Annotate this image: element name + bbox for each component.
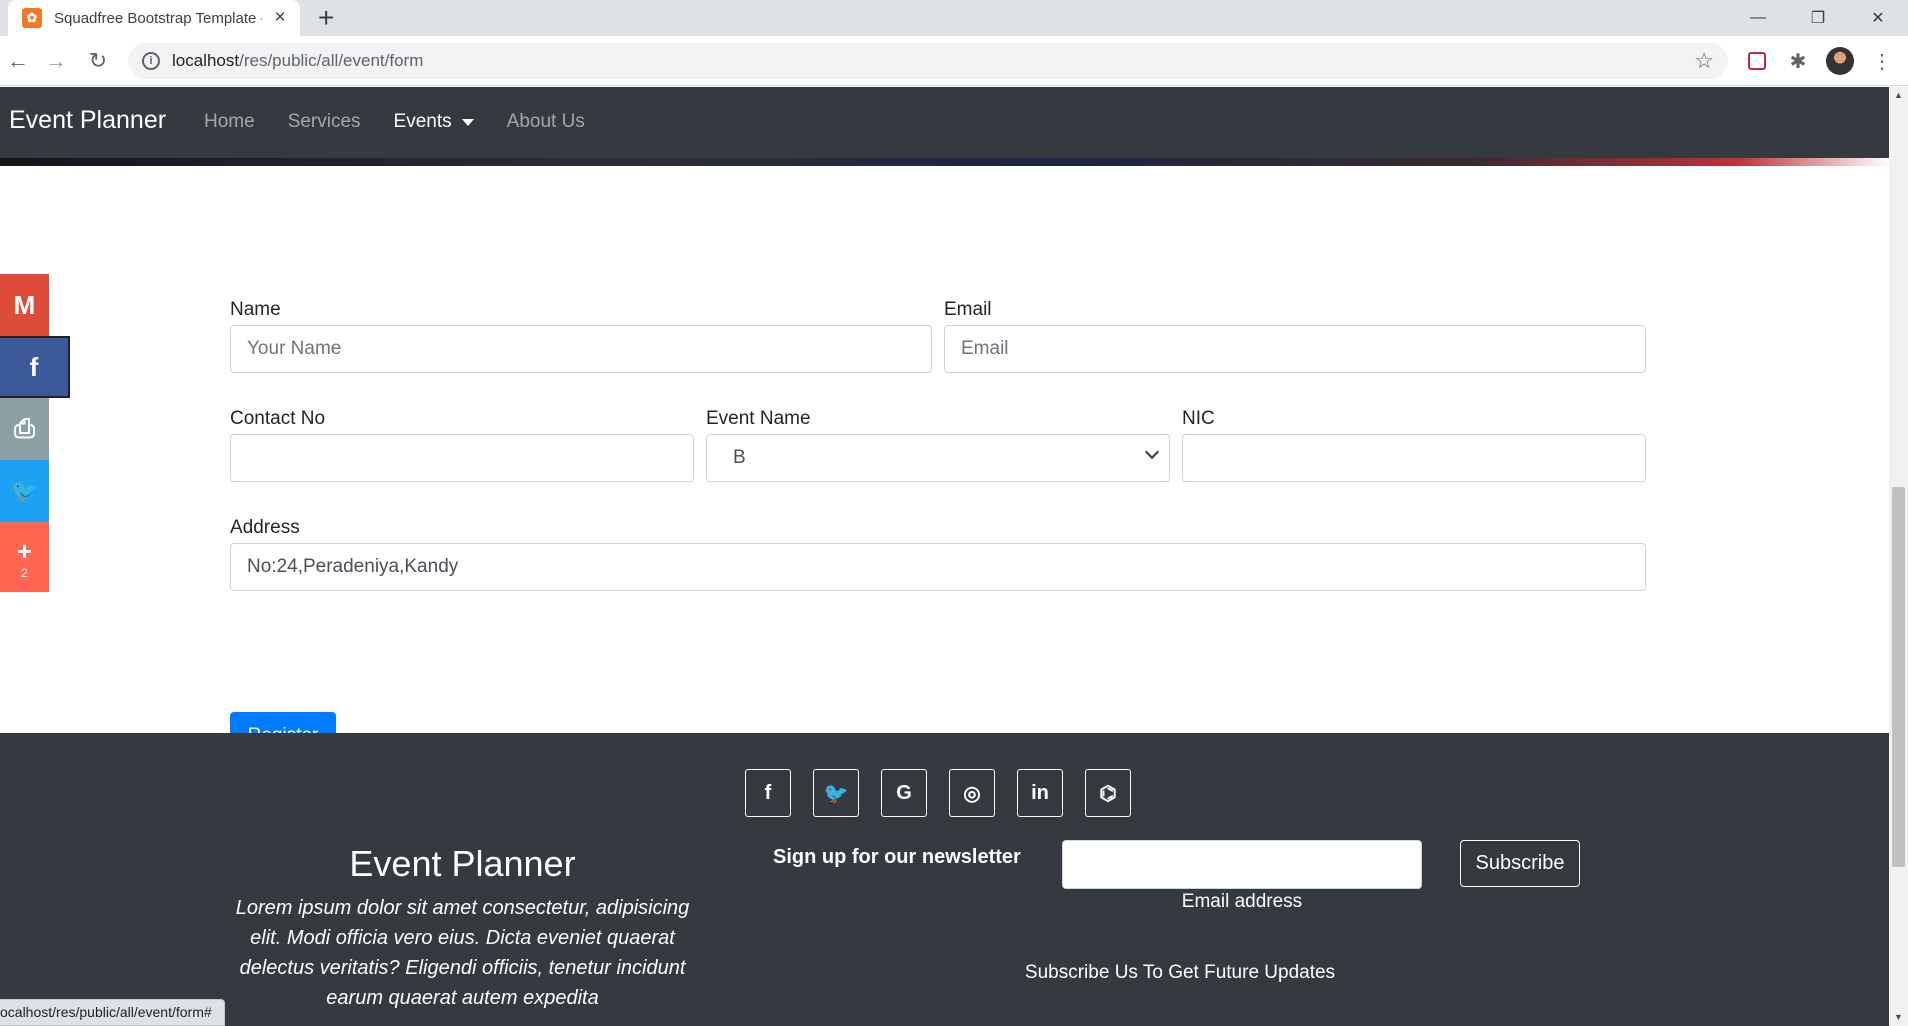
google-icon[interactable]: G xyxy=(881,769,927,817)
name-input[interactable] xyxy=(230,325,932,373)
nic-input[interactable] xyxy=(1182,434,1646,482)
browser-tab-bar: ✿ Squadfree Bootstrap Template - E × + —… xyxy=(0,0,1908,36)
linkedin-icon[interactable]: in xyxy=(1017,769,1063,817)
subscribe-button[interactable]: Subscribe xyxy=(1460,840,1580,887)
pocket-extension-icon[interactable] xyxy=(1741,45,1773,77)
footer-brand: Event Planner xyxy=(349,843,576,884)
twitter-share-icon[interactable]: 🐦 xyxy=(0,460,49,522)
page-scrollbar[interactable]: ▲ ▼ xyxy=(1889,87,1908,1026)
close-tab-icon[interactable]: × xyxy=(270,7,290,29)
minimize-icon[interactable]: — xyxy=(1728,0,1788,36)
footer-social-links: f 🐦 G ◎ in ⌬ xyxy=(745,769,1153,817)
nav-link-services[interactable]: Services xyxy=(288,111,361,133)
reload-icon[interactable]: ↻ xyxy=(82,45,114,77)
maximize-icon[interactable]: ❐ xyxy=(1788,0,1848,36)
email-address-hint: Email address xyxy=(1181,891,1303,912)
menu-kebab-icon[interactable]: ⋮ xyxy=(1866,45,1898,77)
site-navbar: Event Planner Home Services Events About… xyxy=(0,87,1889,158)
scroll-up-arrow-icon[interactable]: ▲ xyxy=(1889,87,1908,104)
url-text: localhost/res/public/all/event/form xyxy=(172,51,424,70)
nic-label: NIC xyxy=(1182,408,1215,429)
share-bar: M f ⎙ 🐦 + 2 xyxy=(0,274,70,592)
more-share-icon[interactable]: + 2 xyxy=(0,522,49,592)
caret-down-icon xyxy=(461,118,474,126)
facebook-share-icon[interactable]: f xyxy=(0,336,70,398)
footer-description: Lorem ipsum dolor sit amet consectetur, … xyxy=(235,897,690,1009)
share-count: 2 xyxy=(21,565,28,580)
tab-title: Squadfree Bootstrap Template - E xyxy=(54,9,262,27)
extensions-puzzle-icon[interactable]: ✱ xyxy=(1782,45,1814,77)
forward-icon[interactable]: → xyxy=(40,45,72,77)
facebook-icon[interactable]: f xyxy=(745,769,791,817)
window-controls: — ❐ ✕ xyxy=(1728,0,1908,36)
address-bar[interactable]: i localhost/res/public/all/event/form ☆ xyxy=(128,43,1728,79)
github-icon[interactable]: ⌬ xyxy=(1085,769,1131,817)
bookmark-star-icon[interactable]: ☆ xyxy=(1694,48,1714,74)
nav-links: Home Services Events About Us xyxy=(204,111,618,133)
avatar[interactable] xyxy=(1826,47,1854,75)
event-name-select[interactable]: B xyxy=(706,434,1170,482)
browser-tab[interactable]: ✿ Squadfree Bootstrap Template - E × xyxy=(8,0,300,36)
scroll-down-arrow-icon[interactable]: ▼ xyxy=(1889,1009,1908,1026)
event-name-label: Event Name xyxy=(706,408,811,429)
print-share-icon[interactable]: ⎙ xyxy=(0,398,49,460)
navbar-brand[interactable]: Event Planner xyxy=(9,106,166,135)
contact-no-input[interactable] xyxy=(230,434,694,482)
address-input[interactable] xyxy=(230,543,1646,591)
site-footer: f 🐦 G ◎ in ⌬ Event Planner Lorem ipsum d… xyxy=(0,733,1889,1026)
page-viewport: Event Planner Home Services Events About… xyxy=(0,87,1889,1026)
nav-link-about-us[interactable]: About Us xyxy=(507,111,585,133)
xampp-icon: ✿ xyxy=(22,8,42,28)
name-label: Name xyxy=(230,299,281,320)
chevron-down-icon xyxy=(1144,444,1160,460)
subscribe-caption: Subscribe Us To Get Future Updates xyxy=(1024,962,1336,983)
nav-link-home[interactable]: Home xyxy=(204,111,255,133)
link-status-bubble: ocalhost/res/public/all/event/form# xyxy=(0,999,225,1026)
gmail-share-icon[interactable]: M xyxy=(0,274,49,336)
newsletter-title: Sign up for our newsletter xyxy=(773,846,1021,868)
nav-link-events[interactable]: Events xyxy=(394,111,474,133)
browser-toolbar: ← → ↻ i localhost/res/public/all/event/f… xyxy=(0,36,1908,86)
close-window-icon[interactable]: ✕ xyxy=(1848,0,1908,36)
newsletter-email-input[interactable] xyxy=(1062,840,1422,889)
info-icon[interactable]: i xyxy=(142,52,160,70)
instagram-icon[interactable]: ◎ xyxy=(949,769,995,817)
twitter-icon[interactable]: 🐦 xyxy=(813,769,859,817)
back-icon[interactable]: ← xyxy=(2,45,34,77)
contact-no-label: Contact No xyxy=(230,408,326,429)
address-label: Address xyxy=(230,517,300,538)
email-input[interactable] xyxy=(944,325,1646,373)
email-label: Email xyxy=(944,299,992,320)
new-tab-button[interactable]: + xyxy=(318,2,334,34)
hero-image-strip xyxy=(0,158,1889,166)
scrollbar-thumb[interactable] xyxy=(1892,487,1905,867)
